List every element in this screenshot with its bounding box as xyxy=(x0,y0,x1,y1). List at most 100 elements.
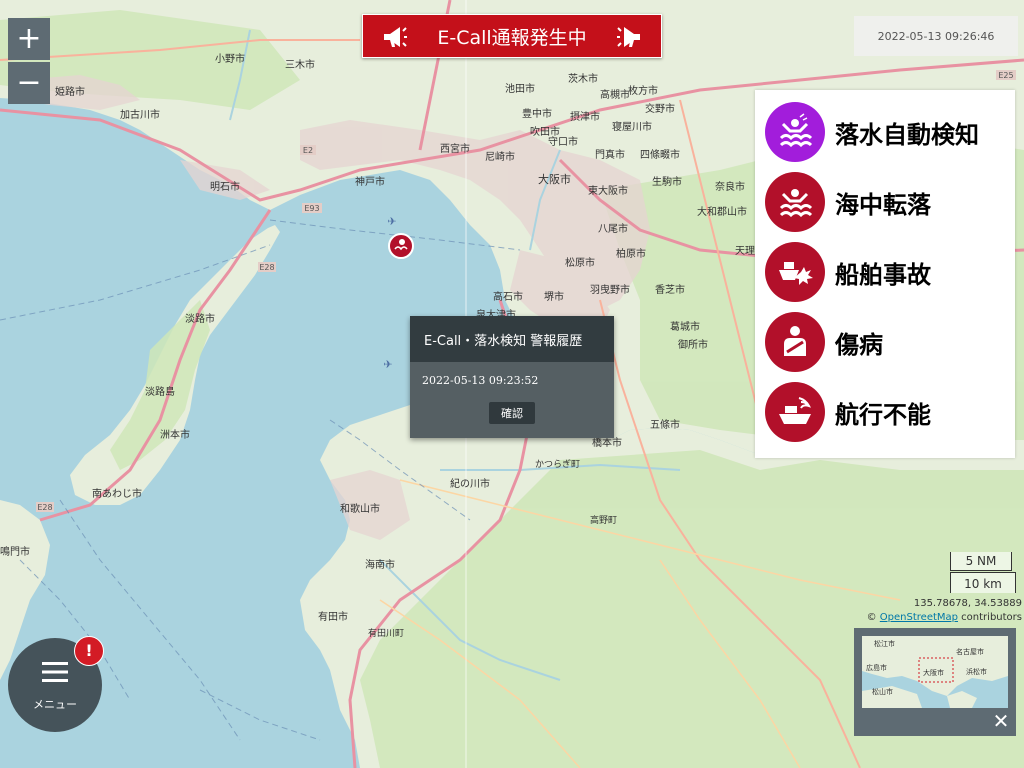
place-label: 御所市 xyxy=(678,338,708,351)
place-label: 茨木市 xyxy=(568,72,598,85)
place-label: 南あわじ市 xyxy=(92,487,142,500)
legend-label: 落水自動検知 xyxy=(835,120,979,149)
place-label: 紀の川市 xyxy=(450,477,490,490)
legend-item-ship-accident[interactable]: 船舶事故 xyxy=(765,242,1015,302)
place-label: 枚方市 xyxy=(628,84,658,97)
place-label: 高野町 xyxy=(590,514,617,526)
megaphone-icon xyxy=(617,27,640,47)
place-label: 摂津市 xyxy=(570,110,600,123)
place-label: 東大阪市 xyxy=(588,184,628,197)
popup-time: 2022-05-13 09:23:52 xyxy=(422,374,539,387)
place-label: 高槻市 xyxy=(600,88,630,101)
place-label: 洲本市 xyxy=(160,428,190,441)
person-overboard-icon xyxy=(765,172,825,232)
place-label: 高石市 xyxy=(493,290,523,303)
place-label: 淡路島 xyxy=(145,385,175,398)
legend-label: 海中転落 xyxy=(835,190,931,219)
place-label: 柏原市 xyxy=(616,247,646,260)
alert-banner[interactable]: E-Call通報発生中 xyxy=(362,14,662,58)
place-label: 奈良市 xyxy=(715,180,745,193)
place-label: 天理 xyxy=(735,245,755,257)
legend-item-disabled-vessel[interactable]: 航行不能 xyxy=(765,382,1015,442)
alert-banner-text: E-Call通報発生中 xyxy=(437,26,587,49)
attribution-prefix: © xyxy=(866,612,880,623)
disabled-vessel-icon xyxy=(765,382,825,442)
attribution-suffix: contributors xyxy=(958,612,1022,623)
place-label: 門真市 xyxy=(595,148,625,161)
scale-nautical-miles: 5 NM xyxy=(950,552,1012,571)
airport-icon: ✈ xyxy=(383,358,392,371)
place-label: 小野市 xyxy=(215,52,245,65)
injured-person-icon xyxy=(765,312,825,372)
zoom-in-button[interactable]: + xyxy=(8,18,50,60)
notification-badge: ! xyxy=(74,636,104,666)
place-label: 四條畷市 xyxy=(640,148,680,161)
road-shield-e28b: E28 xyxy=(37,503,52,512)
place-label: 大和郡山市 xyxy=(697,205,747,218)
megaphone-icon xyxy=(384,27,407,47)
overview-place-label: 松江市 xyxy=(874,639,895,648)
place-label: 西宮市 xyxy=(440,142,470,155)
current-timestamp: 2022-05-13 09:26:46 xyxy=(854,16,1018,56)
place-label: 池田市 xyxy=(505,82,535,95)
popup-title: E-Call・落水検知 警報履歴 xyxy=(410,316,614,362)
alert-history-popup: E-Call・落水検知 警報履歴 2022-05-13 09:23:52 確認 xyxy=(410,316,614,438)
place-label: 神戸市 xyxy=(355,175,385,188)
place-label: 大阪市 xyxy=(538,172,571,186)
place-label: 五條市 xyxy=(650,418,680,431)
place-label: 海南市 xyxy=(365,558,395,571)
overview-place-label: 名古屋市 xyxy=(956,647,984,656)
place-label: 香芝市 xyxy=(655,283,685,296)
road-shield-e25: E25 xyxy=(998,71,1013,80)
map-attribution: © OpenStreetMap contributors xyxy=(867,612,1022,623)
incident-marker[interactable] xyxy=(388,233,414,259)
scale-kilometers: 10 km xyxy=(950,572,1016,593)
overview-place-label: 浜松市 xyxy=(966,667,987,676)
place-label: 八尾市 xyxy=(598,222,628,235)
place-label: 生駒市 xyxy=(652,175,682,188)
place-label: 葛城市 xyxy=(670,320,700,333)
overview-map[interactable]: 松江市 名古屋市 広島市 大阪市 浜松市 松山市 xyxy=(862,636,1008,708)
place-label: 寝屋川市 xyxy=(612,120,652,133)
place-label: 堺市 xyxy=(544,290,564,303)
place-label: 交野市 xyxy=(645,102,675,115)
place-label: 羽曳野市 xyxy=(590,283,630,296)
ship-collision-icon xyxy=(765,242,825,302)
road-shield-e2: E2 xyxy=(303,146,313,155)
place-label: 姫路市 xyxy=(55,85,85,98)
person-overboard-auto-icon xyxy=(765,102,825,162)
place-label: 明石市 xyxy=(210,180,240,193)
place-label: 有田川町 xyxy=(368,627,404,639)
place-label: 鳴門市 xyxy=(0,545,30,558)
legend-item-injury[interactable]: 傷病 xyxy=(765,312,1015,372)
osm-link[interactable]: OpenStreetMap xyxy=(880,612,958,623)
overview-place-label: 松山市 xyxy=(872,687,893,696)
place-label: 松原市 xyxy=(565,256,595,269)
road-shield-e93: E93 xyxy=(304,204,319,213)
place-label: 豊中市 xyxy=(522,107,552,120)
overview-place-label: 広島市 xyxy=(866,663,887,672)
place-label: かつらぎ町 xyxy=(535,458,580,470)
legend-label: 船舶事故 xyxy=(835,260,931,289)
menu-label: メニュー xyxy=(33,698,77,711)
cursor-coordinates: 135.78678, 34.53889 xyxy=(913,598,1022,609)
place-label: 尼崎市 xyxy=(485,150,515,163)
place-label: 三木市 xyxy=(285,58,315,71)
overview-place-label: 大阪市 xyxy=(923,668,944,677)
close-icon[interactable]: ✕ xyxy=(992,711,1010,731)
place-label: 和歌山市 xyxy=(340,502,380,515)
place-label: 淡路市 xyxy=(185,312,215,325)
legend-label: 傷病 xyxy=(835,330,883,359)
hamburger-icon xyxy=(42,662,68,682)
incident-legend: 落水自動検知 海中転落 船舶事故 傷病 航行不能 xyxy=(755,90,1015,458)
road-shield-e28: E28 xyxy=(259,263,274,272)
place-label: 守口市 xyxy=(548,135,578,148)
confirm-button[interactable]: 確認 xyxy=(489,402,535,424)
legend-item-overboard[interactable]: 海中転落 xyxy=(765,172,1015,232)
zoom-out-button[interactable]: − xyxy=(8,62,50,104)
legend-item-auto-overboard[interactable]: 落水自動検知 xyxy=(765,102,1015,162)
scale-bar: 5 NM 10 km xyxy=(950,552,1016,596)
place-label: 有田市 xyxy=(318,610,348,623)
overview-map-panel: 松江市 名古屋市 広島市 大阪市 浜松市 松山市 ✕ xyxy=(854,628,1016,736)
legend-label: 航行不能 xyxy=(835,400,931,429)
